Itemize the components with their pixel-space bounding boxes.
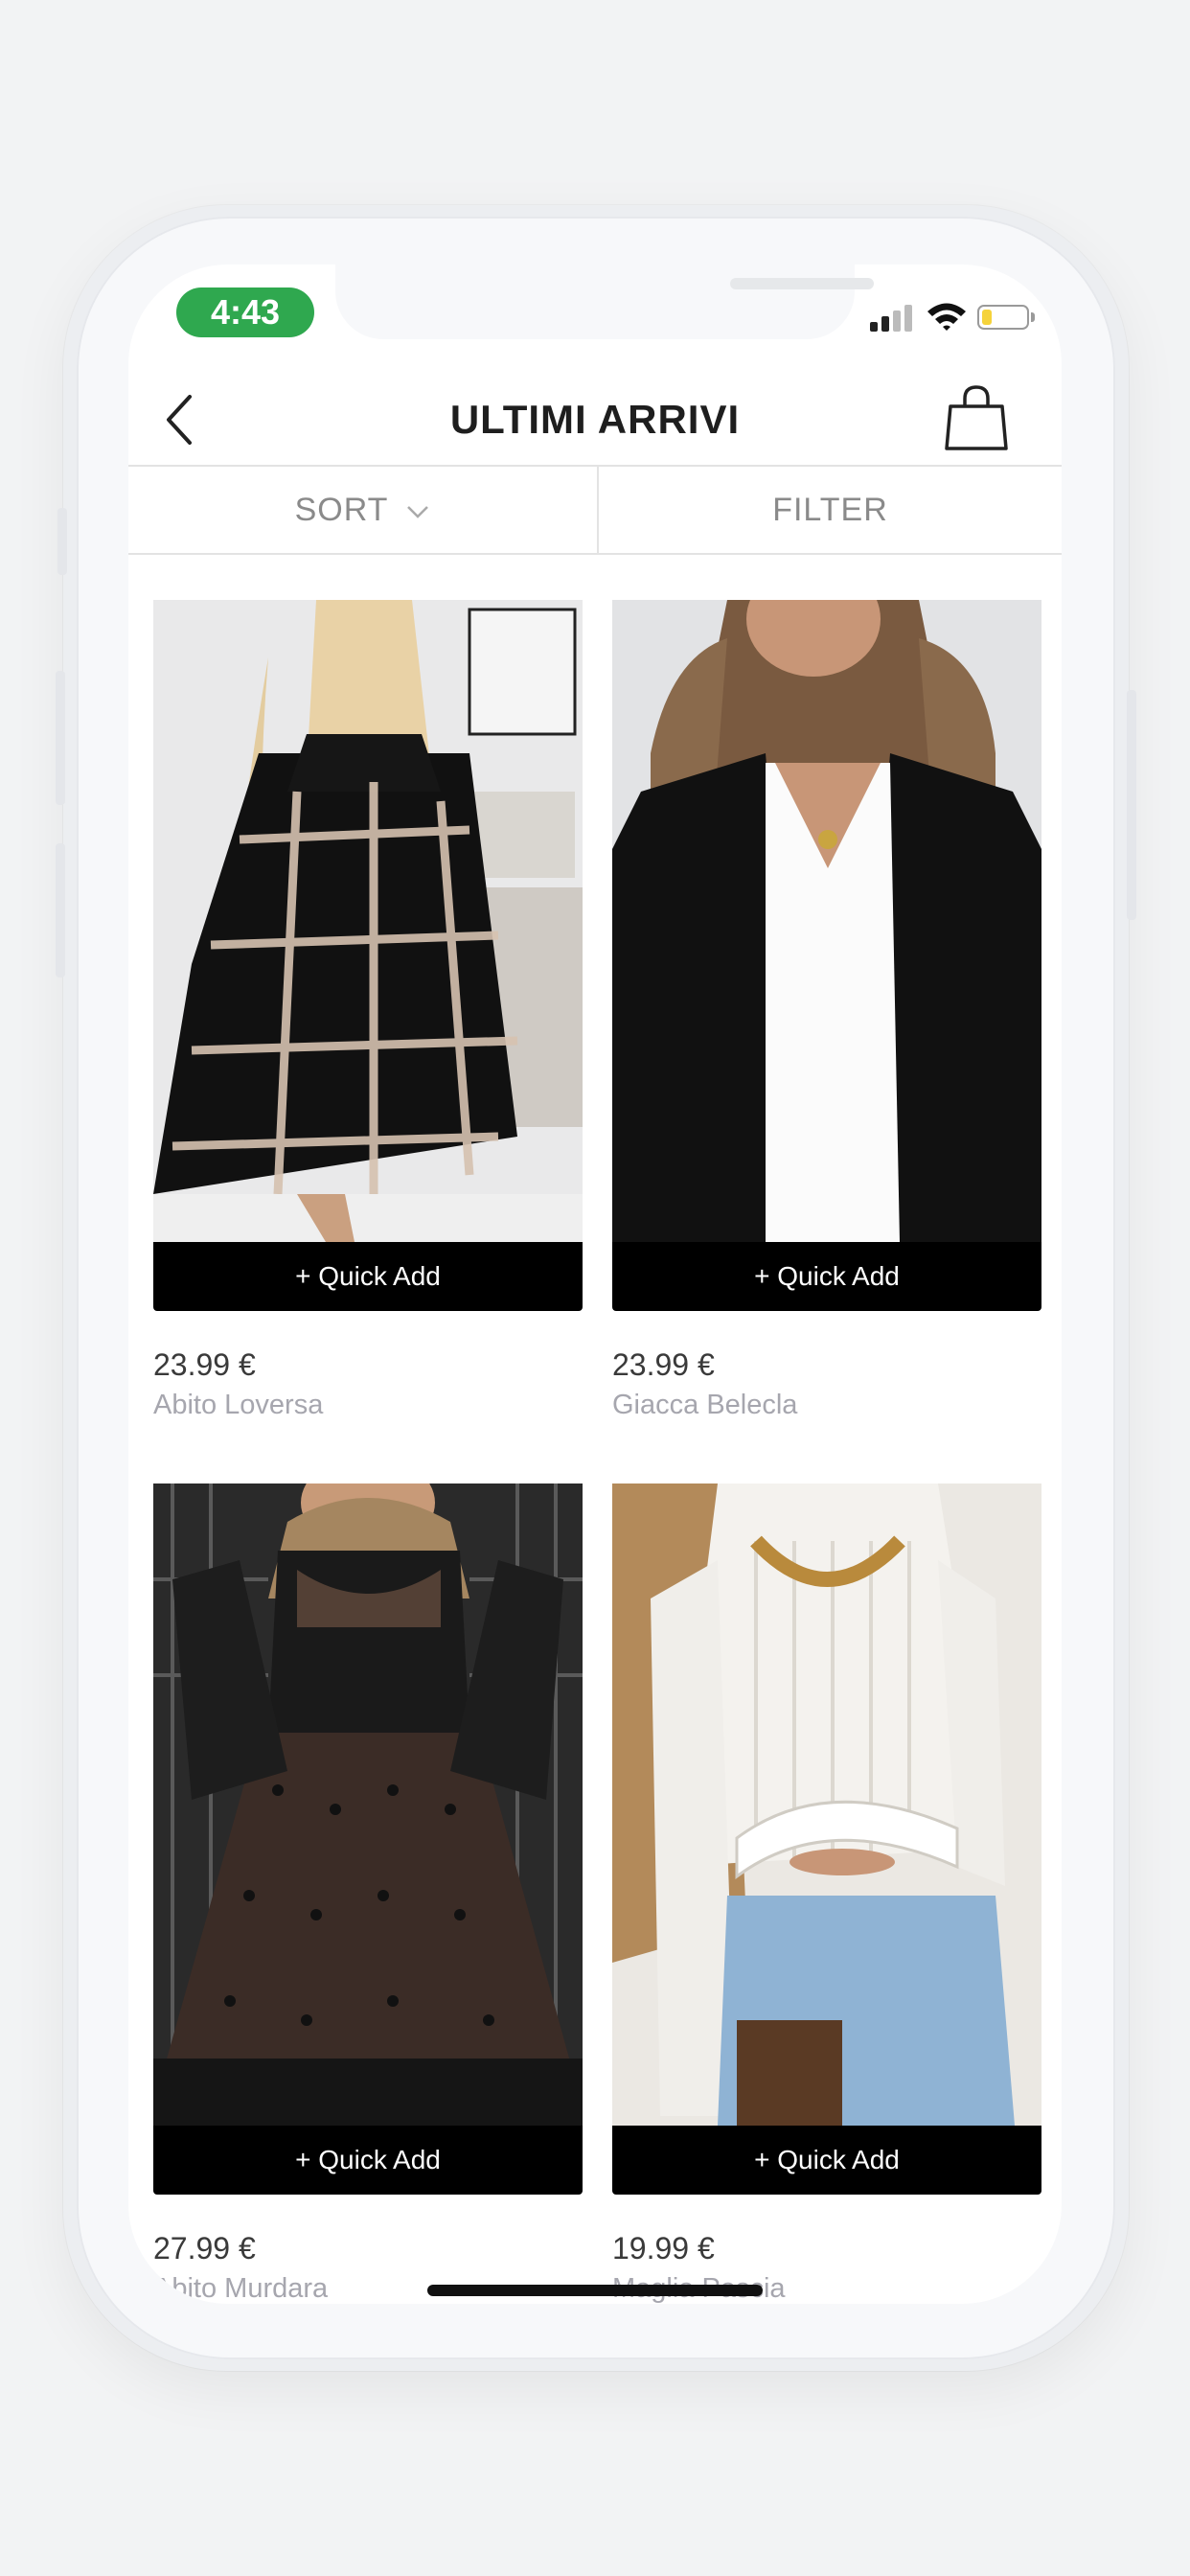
battery-tip [1031,312,1035,322]
product-price: 19.99 € [612,2231,715,2266]
quick-add-button[interactable]: + Quick Add [612,2126,1041,2195]
product-image[interactable] [153,600,583,1242]
product-name[interactable]: Abito Loversa [153,1390,323,1421]
shopping-bag-icon[interactable] [945,383,1008,450]
quick-add-button[interactable]: + Quick Add [612,1242,1041,1311]
page-title: ULTIMI ARRIVI [449,397,741,442]
product-image[interactable] [612,1484,1041,2126]
filter-button[interactable]: FILTER [599,467,1062,553]
mute-switch [57,508,67,575]
battery-icon [977,305,1029,330]
product-image[interactable] [612,600,1041,1242]
notch [335,264,874,339]
quick-add-button[interactable]: + Quick Add [153,1242,583,1311]
product-name[interactable]: Abito Murdara [153,2273,328,2304]
power-button [1127,690,1136,920]
sort-button[interactable]: SORT [128,467,597,553]
volume-down-button [56,843,65,978]
product-price: 23.99 € [612,1347,715,1382]
sort-filter-bar: SORT FILTER [128,465,1062,555]
home-indicator[interactable] [427,2285,763,2296]
speaker-grill [730,278,874,289]
product-image[interactable] [153,1484,583,2126]
product-price: 23.99 € [153,1347,256,1382]
product-name[interactable]: Giacca Belecla [612,1390,797,1421]
status-time: 4:43 [176,288,314,337]
signal-icon [870,301,918,332]
status-icons [870,301,1035,332]
chevron-down-icon [407,506,429,518]
nav-header: ULTIMI ARRIVI [128,370,1062,475]
quick-add-button[interactable]: + Quick Add [153,2126,583,2195]
wifi-icon [927,303,966,331]
sort-label: SORT [294,492,389,528]
product-price: 27.99 € [153,2231,256,2266]
app-screen: 4:43 ULTIMI ARRIVI SORT FILTER + Quick A… [128,264,1062,2304]
volume-up-button [56,671,65,805]
